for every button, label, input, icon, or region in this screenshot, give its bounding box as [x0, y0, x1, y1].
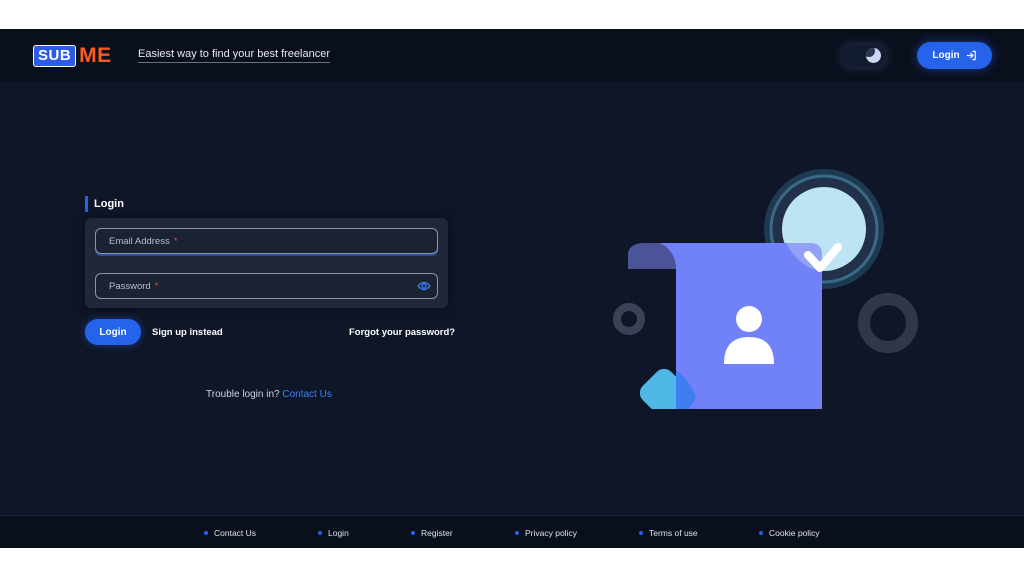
footer-link-label: Cookie policy [769, 528, 820, 538]
logo-sub-text: SUB [33, 44, 77, 67]
footer-dot [411, 531, 415, 535]
footer-link-label: Register [421, 528, 453, 538]
contact-us-link[interactable]: Contact Us [282, 389, 331, 400]
footer-link-label: Login [328, 528, 349, 538]
eye-icon[interactable] [417, 280, 431, 292]
footer-link-label: Privacy policy [525, 528, 577, 538]
header-login-button[interactable]: Login [917, 42, 992, 69]
user-head-icon [736, 306, 762, 332]
password-required-mark: * [154, 280, 159, 292]
footer-dot [318, 531, 322, 535]
login-arrow-icon [966, 50, 976, 61]
footer-link-label: Contact Us [214, 528, 257, 538]
moon-icon [866, 48, 881, 63]
header: SUB ME Easiest way to find your best fre… [0, 29, 1024, 82]
login-card: Email Address * Password * [85, 218, 448, 308]
trouble-label: Trouble login in? [206, 389, 280, 400]
signup-link[interactable]: Sign up instead [152, 327, 223, 338]
forgot-password-link[interactable]: Forgot your password? [349, 327, 455, 338]
footer-dot [639, 531, 643, 535]
password-field[interactable]: Password * [95, 273, 438, 299]
login-form-title: Login [85, 196, 124, 212]
email-field[interactable]: Email Address * [95, 228, 438, 254]
footer-link-cookie-policy[interactable]: Cookie policy [759, 528, 820, 538]
footer-link-register[interactable]: Register [411, 528, 453, 538]
footer-link-contact-us[interactable]: Contact Us [204, 528, 256, 538]
footer-dot [204, 531, 208, 535]
footer-dot [759, 531, 763, 535]
logo-me-text: ME [79, 43, 112, 67]
email-required-mark: * [173, 235, 178, 247]
trouble-login-text: Trouble login in? Contact Us [206, 389, 332, 400]
footer-link-label: Terms of use [649, 528, 698, 538]
theme-toggle[interactable] [842, 45, 886, 67]
footer-dot [515, 531, 519, 535]
password-placeholder: Password [109, 280, 151, 292]
decor-ring-large [858, 293, 918, 353]
login-button[interactable]: Login [85, 319, 141, 345]
logo[interactable]: SUB ME [33, 44, 112, 67]
footer-link-terms-of-use[interactable]: Terms of use [639, 528, 698, 538]
app-window: SUB ME Easiest way to find your best fre… [0, 29, 1024, 548]
decor-ring-small [613, 303, 645, 335]
user-document-check-illustration [613, 169, 918, 409]
footer: Contact Us Login Register Privacy policy… [0, 515, 1024, 548]
footer-link-privacy-policy[interactable]: Privacy policy [515, 528, 577, 538]
tagline: Easiest way to find your best freelancer [138, 48, 330, 63]
email-placeholder: Email Address [109, 235, 170, 247]
footer-link-login[interactable]: Login [318, 528, 349, 538]
header-login-label: Login [932, 50, 960, 61]
